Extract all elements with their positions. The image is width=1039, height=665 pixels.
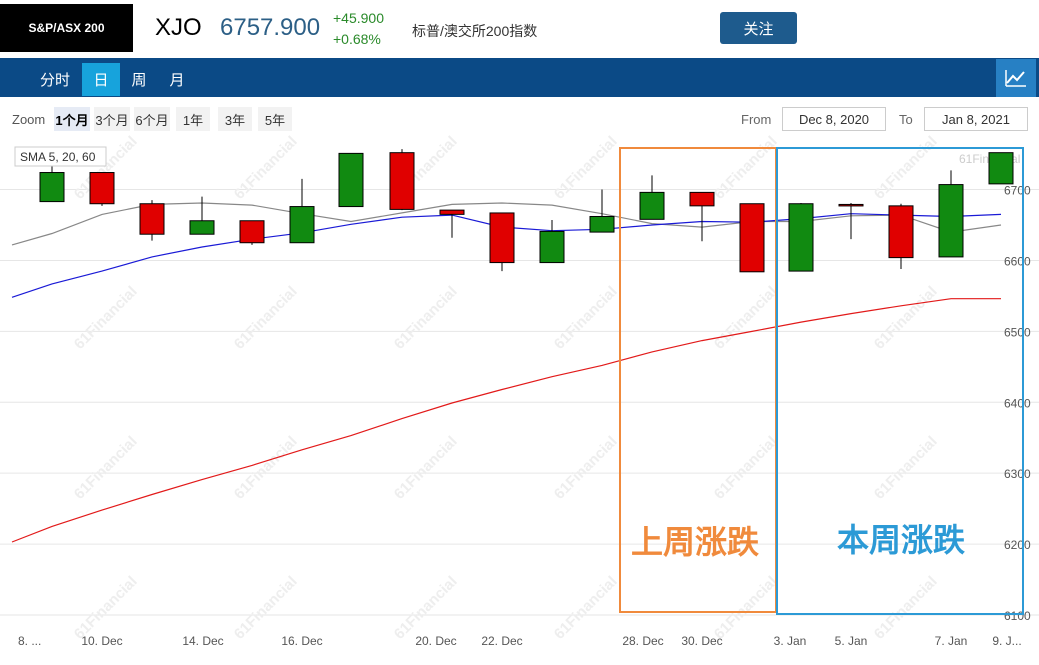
last-week-label: 上周涨跌: [631, 523, 759, 561]
candle-body: [389, 152, 415, 210]
candle-body: [139, 203, 165, 235]
watermark: 61Financial: [391, 433, 461, 503]
candle-body: [689, 191, 715, 207]
y-tick-label: 6300: [1004, 467, 1031, 481]
watermark: 61Financial: [231, 283, 301, 353]
candle-body: [589, 215, 615, 233]
candle-body: [539, 230, 565, 264]
x-tick-label: 14. Dec: [182, 634, 223, 648]
watermark: 61Financial: [551, 133, 621, 203]
watermark: 61Financial: [711, 573, 781, 643]
candle-body: [788, 203, 814, 272]
watermark: 61Financial: [71, 283, 141, 353]
y-tick-label: 6600: [1004, 254, 1031, 268]
candle-body: [39, 172, 65, 203]
watermark: 61Financial: [871, 573, 941, 643]
x-tick-label: 20. Dec: [415, 634, 456, 648]
sma-line-60: [11, 298, 1001, 543]
y-tick-label: 6200: [1004, 538, 1031, 552]
watermark: 61Financial: [711, 433, 781, 503]
candle-body: [489, 212, 515, 264]
watermark: 61Financial: [391, 283, 461, 353]
candle-body: [639, 191, 665, 220]
candle-body: [89, 172, 115, 205]
x-tick-label: 28. Dec: [622, 634, 663, 648]
candle-body: [988, 152, 1014, 185]
this-week-label: 本周涨跌: [837, 521, 965, 559]
watermark: 61Financial: [71, 433, 141, 503]
watermark: 61Financial: [551, 283, 621, 353]
candle-body: [189, 220, 215, 235]
candle-body: [739, 203, 765, 273]
candle-body: [838, 203, 864, 207]
y-tick-label: 6400: [1004, 396, 1031, 410]
x-tick-label: 3. Jan: [774, 634, 807, 648]
candlestick-chart: 6100 6200 6300 6400 6500 6600 6700 61Financial 6…: [0, 133, 1039, 648]
x-tick-label: 30. Dec: [681, 634, 722, 648]
x-tick-label: 22. Dec: [481, 634, 522, 648]
x-tick-label: 8. ...: [18, 634, 41, 648]
x-tick-label: 9. J...: [992, 634, 1021, 648]
y-tick-label: 6500: [1004, 325, 1031, 339]
watermark: 61Financial: [231, 573, 301, 643]
x-tick-label: 16. Dec: [281, 634, 322, 648]
watermark: 61Financial: [711, 133, 781, 203]
watermark: 61Financial: [871, 433, 941, 503]
candle-body: [439, 209, 465, 215]
candle-body: [888, 205, 914, 259]
watermark: 61Financial: [551, 573, 621, 643]
candle-body: [239, 220, 265, 244]
sma-legend-label: SMA 5, 20, 60: [20, 150, 96, 164]
candle-body: [338, 152, 364, 208]
watermark: 61Financial: [391, 573, 461, 643]
x-tick-label: 7. Jan: [935, 634, 968, 648]
candle-body: [938, 184, 964, 258]
watermark: 61Financial: [871, 133, 941, 203]
watermark: 61Financial: [871, 283, 941, 353]
watermark: 61Financial: [71, 573, 141, 643]
watermark: 61Financial: [231, 133, 301, 203]
x-tick-label: 5. Jan: [835, 634, 868, 648]
y-tick-label: 6700: [1004, 184, 1031, 198]
watermark: 61Financial: [551, 433, 621, 503]
y-tick-label: 6100: [1004, 609, 1031, 623]
watermark: 61Financial: [711, 283, 781, 353]
x-tick-label: 10. Dec: [81, 634, 122, 648]
candle-body: [289, 206, 315, 244]
